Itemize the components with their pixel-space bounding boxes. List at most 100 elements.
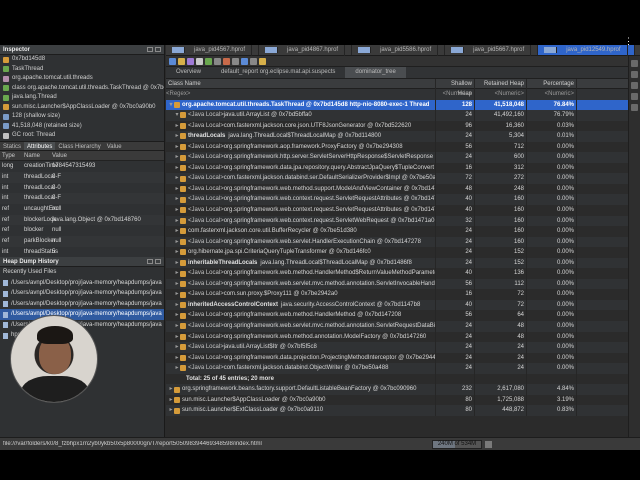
- tree-row[interactable]: ▸ <Java Local> com.sun.proxy.$Proxy111 @ 0…: [166, 289, 640, 300]
- tree-row[interactable]: ▸ <Java Local> org.springframework.web.con…: [166, 205, 640, 216]
- tree-row[interactable]: ▾ org.apache.tomcat.util.threads.TaskThre…: [166, 99, 640, 111]
- attribute-row[interactable]: ref blocker null: [0, 225, 164, 236]
- inspector-row[interactable]: sun.misc.Launcher$AppClassLoader @ 0x7bc…: [0, 103, 164, 113]
- file-tab[interactable]: java_pid5586.hprof: [352, 45, 446, 56]
- dominator-tree-icon[interactable]: [187, 57, 194, 65]
- tree-row[interactable]: ▸ <Java Local> org.springframework.aop.fra…: [166, 141, 640, 153]
- attribute-row[interactable]: ref parkBlocker null: [0, 236, 164, 247]
- properties-icon[interactable]: [631, 71, 638, 78]
- history-file-item[interactable]: /Users/avnpl/Desktop/proj/java-memory/he…: [0, 299, 164, 310]
- attribute-row[interactable]: ref uncaughtExc null: [0, 204, 164, 215]
- tree-row[interactable]: ▸ <Java Local> org.springframework.data.jp…: [166, 162, 640, 174]
- attribute-row[interactable]: int threadLocal-0 0: [0, 183, 164, 194]
- outline-icon[interactable]: [631, 60, 638, 67]
- oql-icon[interactable]: [196, 57, 203, 65]
- tab-class-hierarchy[interactable]: Class Hierarchy: [55, 142, 103, 150]
- tree-row[interactable]: ▸ <Java Local> org.springframework.web.met…: [166, 310, 640, 322]
- attribute-row[interactable]: long creationTime 1784547315493: [0, 161, 164, 172]
- notes-icon[interactable]: [631, 82, 638, 89]
- editor-subtab[interactable]: dominator_tree: [345, 67, 406, 78]
- tree-row[interactable]: ▸ <Java Local> org.springframework.web.met…: [166, 268, 640, 279]
- tree-row[interactable]: ▸ com.fasterxml.jackson.core.util.BufferR…: [166, 226, 640, 237]
- tree-row[interactable]: ▸ <Java Local> org.springframework.web.con…: [166, 194, 640, 206]
- file-tab[interactable]: java_pid12549.hprof: [538, 45, 635, 56]
- file-tab[interactable]: java_pid4567.hprof: [166, 45, 260, 56]
- history-file-item[interactable]: /Users/avnpl/Desktop/proj/java-memory/he…: [0, 278, 164, 289]
- tab-statics[interactable]: Statics: [0, 142, 24, 150]
- filter-cell[interactable]: <Numeric>: [475, 89, 527, 100]
- file-tab[interactable]: java_pid4867.hprof: [259, 45, 353, 56]
- tree-row[interactable]: ▸ org.springframework.beans.factory.suppo…: [166, 384, 640, 395]
- inspector-row[interactable]: GC root: Thread: [0, 131, 164, 141]
- tree-row[interactable]: ▸ org.hibernate.jpa.spi.CriteriaQueryTupl…: [166, 247, 640, 258]
- filter-cell[interactable]: <Regex>: [166, 89, 436, 100]
- calculate-retained-icon[interactable]: [250, 57, 257, 65]
- tree-row[interactable]: ▸ threadLocals java.lang.ThreadLocal$Threa…: [166, 131, 640, 142]
- history-file-item[interactable]: /Users/avnpl/Desktop/proj/java-memory/he…: [0, 309, 164, 320]
- tree-row[interactable]: ▸ inheritedAccessControlContext java.secur…: [166, 299, 640, 311]
- filter-cell[interactable]: <Numeric>: [436, 89, 475, 100]
- file-tab-label: java_pid12549.hprof: [560, 45, 628, 56]
- export-icon[interactable]: [259, 57, 266, 65]
- inspector-title: Inspector: [3, 46, 31, 53]
- attr-column-header[interactable]: Name: [24, 151, 52, 161]
- group-by-icon[interactable]: [241, 57, 248, 65]
- tree-row[interactable]: ▸ sun.misc.Launcher$ExtClassLoader @ 0x7b…: [166, 405, 640, 416]
- tree-row[interactable]: ▸ <Java Local> org.springframework.web.met…: [166, 331, 640, 343]
- retained-heap-cell: 48: [475, 331, 527, 343]
- inspector-row[interactable]: org.apache.tomcat.util.threads: [0, 74, 164, 84]
- tree-row[interactable]: ▸ <Java Local> com.fasterxml.jackson.datab…: [166, 363, 640, 374]
- attribute-row[interactable]: int threadStatus 5: [0, 247, 164, 258]
- inspector-row[interactable]: java.lang.Thread: [0, 93, 164, 103]
- tree-row[interactable]: ▸ <Java Local> org.springframework.web.ser…: [166, 278, 640, 290]
- tree-row[interactable]: ▸ inheritableThreadLocals java.lang.Thread…: [166, 257, 640, 269]
- tab-value[interactable]: Value: [104, 142, 125, 150]
- gc-trash-icon[interactable]: [485, 440, 492, 448]
- retained-heap-cell: 24: [475, 352, 527, 364]
- inspector-row[interactable]: 0x7bd145d8: [0, 55, 164, 65]
- overview-icon[interactable]: [169, 57, 176, 65]
- tree-row[interactable]: ▸ sun.misc.Launcher$AppClassLoader @ 0x7b…: [166, 394, 640, 406]
- inspector-row[interactable]: 128 (shallow size): [0, 112, 164, 122]
- errors-icon[interactable]: [631, 104, 638, 111]
- tab-attributes[interactable]: Attributes: [24, 141, 56, 150]
- history-file-item[interactable]: /Users/avnpl/Desktop/proj/java-memory/he…: [0, 288, 164, 299]
- editor-subtab[interactable]: Overview: [166, 67, 211, 78]
- minimize-icon[interactable]: [147, 259, 153, 265]
- query-browser-icon[interactable]: [223, 57, 230, 65]
- tree-row[interactable]: ▸ <Java Local> com.fasterxml.jackson.core.…: [166, 120, 640, 132]
- maximize-icon[interactable]: [155, 259, 161, 265]
- heap-status[interactable]: 240M of 534M: [432, 439, 482, 449]
- tree-row[interactable]: ▸ <Java Local> org.springframework.web.con…: [166, 215, 640, 227]
- percentage-cell: 76.79%: [527, 110, 577, 121]
- reports-icon[interactable]: [214, 57, 221, 65]
- tree-row[interactable]: ▸ <Java Local> org.springframework.web.ser…: [166, 236, 640, 248]
- find-object-icon[interactable]: [232, 57, 239, 65]
- attr-column-header[interactable]: Type: [2, 151, 24, 161]
- tree-row[interactable]: ▸ <Java Local> java.util.ArrayList$Itr @ 0…: [166, 342, 640, 353]
- total-row[interactable]: Total: 25 of 45 entries; 20 more: [166, 373, 640, 385]
- tree-row[interactable]: ▸ <Java Local> com.fasterxml.jackson.datab…: [166, 173, 640, 184]
- tree-row[interactable]: ▸ <Java Local> org.springframework.web.met…: [166, 183, 640, 195]
- thread-overview-icon[interactable]: [205, 57, 212, 65]
- inspector-row[interactable]: TaskThread: [0, 65, 164, 75]
- tree-row[interactable]: ▸ <Java Local> org.springframework.web.ser…: [166, 321, 640, 332]
- minimize-icon[interactable]: [147, 47, 153, 52]
- inspector-row[interactable]: class org.apache.tomcat.util.threads.Tas…: [0, 84, 164, 94]
- tree-row[interactable]: ▸ <Java Local> org.springframework.http.se…: [166, 152, 640, 163]
- attribute-row[interactable]: int threadLocal-F 0: [0, 193, 164, 204]
- attribute-row[interactable]: int threadLocal-F 0: [0, 171, 164, 183]
- attribute-value: 0: [52, 195, 56, 202]
- attr-column-header[interactable]: Value: [52, 151, 164, 161]
- editor-subtab[interactable]: default_report org.eclipse.mat.api.suspe…: [211, 67, 345, 78]
- more-options-icon[interactable]: ⋮: [624, 36, 633, 47]
- tree-row[interactable]: ▸ <Java Local> org.springframework.data.pr…: [166, 352, 640, 364]
- navigation-history-icon[interactable]: [631, 93, 638, 100]
- attribute-row[interactable]: ref blockerLock java.lang.Object @ 0x7bd14…: [0, 214, 164, 226]
- filter-cell[interactable]: <Numeric>: [527, 89, 577, 100]
- histogram-icon[interactable]: [178, 57, 185, 65]
- inspector-row[interactable]: 41,518,048 (retained size): [0, 122, 164, 132]
- maximize-icon[interactable]: [155, 47, 161, 52]
- tree-row[interactable]: ▾ <Java Local> java.util.ArrayList @ 0x7bd…: [166, 110, 640, 121]
- file-tab[interactable]: java_pid5667.hprof: [445, 45, 539, 56]
